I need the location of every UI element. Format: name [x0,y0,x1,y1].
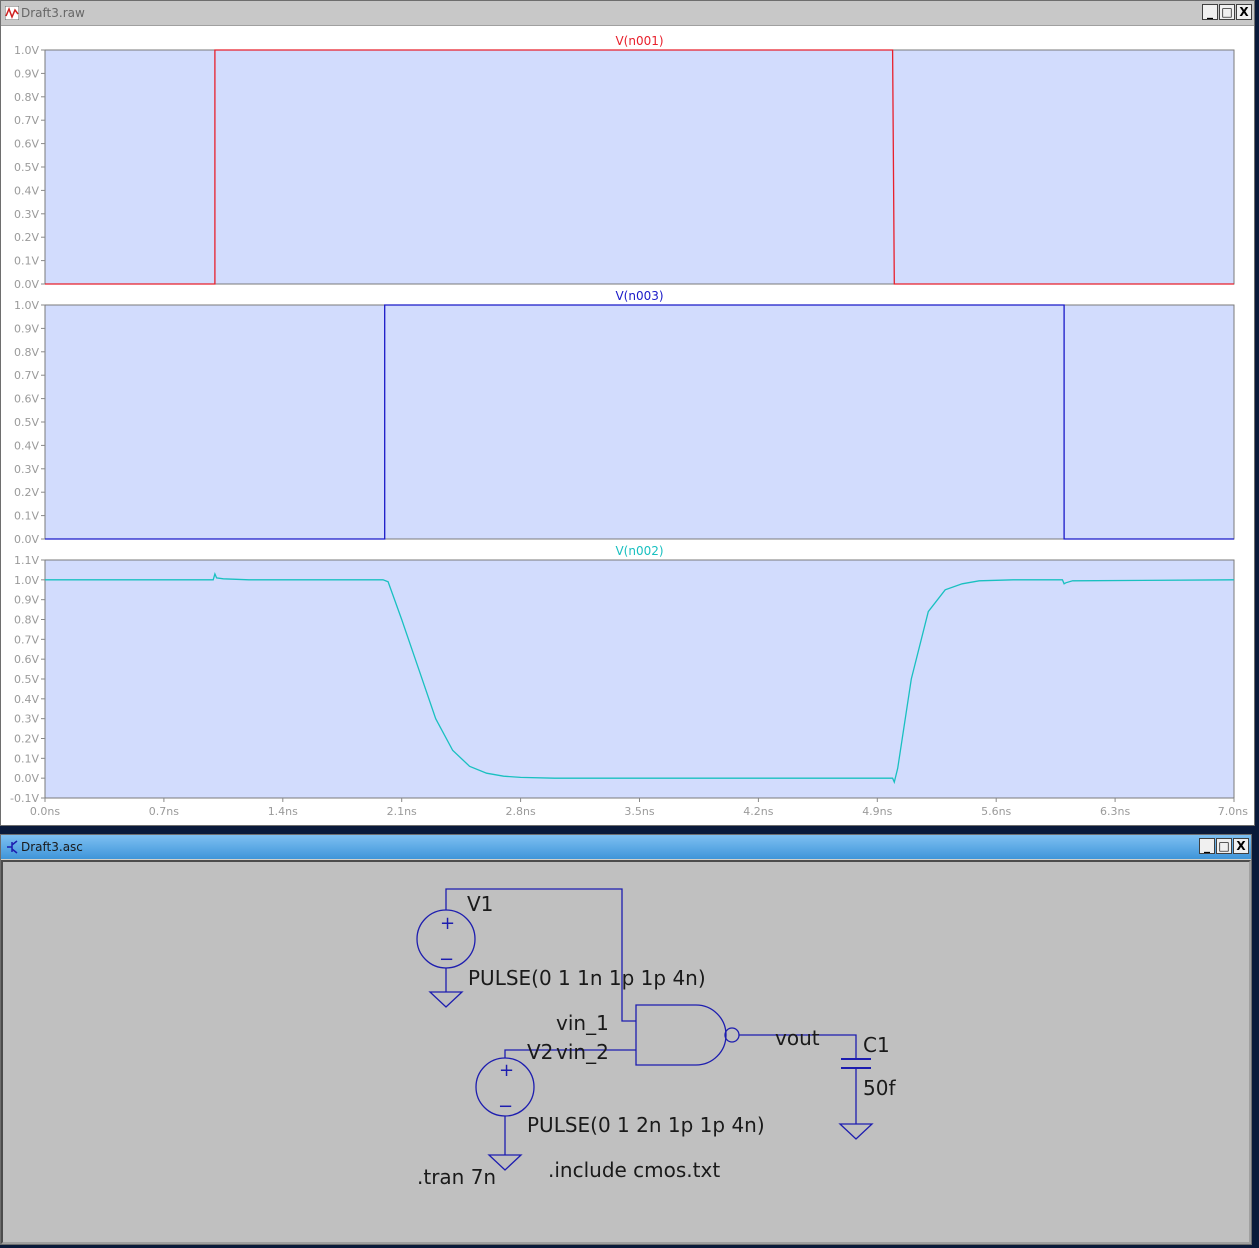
x-tick-label: 1.4ns [268,805,298,818]
nand-gate-bubble [724,1027,740,1043]
x-tick-label: 0.0ns [30,805,60,818]
waveform-pane-2[interactable]: -0.1V 0.0V 0.1V 0.2V 0.3V 0.4V 0.5V 0.6V 0.7V 0.8… [10,544,1248,818]
waveform-plot-area[interactable]: 0.0V 0.1V 0.2V 0.3V 0.4V 0.5V 0.6V 0.7V 0.8V 0.9V… [1,26,1254,825]
y-tick-label: 0.1V [14,255,39,268]
trace-title[interactable]: V(n001) [615,34,663,48]
y-tick-label: 0.8V [14,91,39,104]
waveform-pane-1[interactable]: 0.0V 0.1V 0.2V 0.3V 0.4V 0.5V 0.6V 0.7V 0.8V 0.9V… [14,289,1235,546]
plot-background[interactable] [44,304,1235,540]
y-tick-label: 1.0V [14,44,39,57]
x-tick-label: 3.5ns [624,805,654,818]
v1-name-label: V1 [467,892,493,916]
y-tick-label: 0.0V [14,278,39,291]
y-tick-label: 0.9V [14,67,39,80]
y-tick-label: 0.7V [14,114,39,127]
voltage-source-v1[interactable]: + − [416,909,476,970]
y-tick-label: 0.2V [14,486,39,499]
trace-title[interactable]: V(n003) [615,289,663,303]
waveform-window-title: Draft3.raw [21,6,85,20]
y-tick-label: 0.6V [14,393,39,406]
waveform-window[interactable]: Draft3.raw _ □ X 0.0V 0.1V 0.2V 0.3V 0.4V 0.5… [0,0,1255,826]
waveform-pane-0[interactable]: 0.0V 0.1V 0.2V 0.3V 0.4V 0.5V 0.6V 0.7V 0.8V 0.9V… [14,34,1235,291]
x-tick-label: 2.1ns [387,805,417,818]
y-tick-label: 0.9V [14,322,39,335]
y-tick-label: 0.4V [14,439,39,452]
c1-name-label: C1 [863,1033,890,1057]
schematic-window-titlebar[interactable]: Draft3.asc _ □ X [1,835,1251,859]
maximize-button[interactable]: □ [1219,4,1235,20]
x-tick-label: 7.0ns [1218,805,1248,818]
voltage-source-v2[interactable]: + − [475,1057,535,1117]
v1-minus-sign: − [439,949,454,970]
y-tick-label: 0.7V [14,633,39,646]
v1-plus-sign: + [440,913,455,934]
y-tick-label: 0.6V [14,138,39,151]
c1-value-label: 50f [863,1076,896,1100]
v2-plus-sign: + [499,1060,514,1081]
minimize-button[interactable]: _ [1199,838,1215,854]
y-tick-label: 1.0V [14,299,39,312]
v1-value-label: PULSE(0 1 1n 1p 1p 4n) [468,966,706,990]
net-label-vout: vout [775,1026,820,1050]
y-tick-label: 0.1V [14,752,39,765]
y-tick-label: 0.4V [14,693,39,706]
v2-minus-sign: − [498,1096,513,1117]
nand-gate[interactable] [635,1004,740,1066]
x-tick-label: 6.3ns [1100,805,1130,818]
y-tick-label: -0.1V [10,792,39,805]
schematic-window[interactable]: Draft3.asc _ □ X + − V1 PULSE(0 1 1n 1p … [0,834,1252,1245]
y-tick-label: 0.5V [14,161,39,174]
y-tick-label: 0.0V [14,533,39,546]
schematic-window-controls: _ □ X [1199,838,1249,854]
x-tick-label: 2.8ns [505,805,535,818]
y-tick-label: 0.4V [14,184,39,197]
plot-background[interactable] [44,559,1235,799]
schematic-canvas[interactable]: + − V1 PULSE(0 1 1n 1p 1p 4n) + − V2 PUL… [1,860,1251,1244]
net-label-vin1: vin_1 [556,1011,609,1035]
y-tick-label: 1.0V [14,574,39,587]
plot-background[interactable] [44,49,1235,285]
waveform-plots[interactable]: 0.0V 0.1V 0.2V 0.3V 0.4V 0.5V 0.6V 0.7V 0.8V 0.9V… [1,26,1254,826]
y-tick-label: 0.8V [14,614,39,627]
v2-value-label: PULSE(0 1 2n 1p 1p 4n) [527,1113,765,1137]
y-tick-label: 0.6V [14,653,39,666]
close-button[interactable]: X [1233,838,1249,854]
y-tick-label: 0.8V [14,346,39,359]
spice-directive-include[interactable]: .include cmos.txt [548,1158,720,1182]
y-tick-label: 0.3V [14,208,39,221]
nand-gate-body [635,1004,727,1066]
waveform-window-titlebar[interactable]: Draft3.raw _ □ X [1,1,1254,26]
y-tick-label: 0.3V [14,463,39,476]
y-tick-label: 0.7V [14,369,39,382]
spice-directive-tran[interactable]: .tran 7n [417,1165,496,1189]
waveform-app-icon [5,6,19,20]
x-tick-label: 5.6ns [981,805,1011,818]
y-tick-label: 1.1V [14,554,39,567]
capacitor-c1[interactable] [841,1058,871,1069]
schematic-window-title: Draft3.asc [21,840,83,854]
x-tick-label: 4.2ns [743,805,773,818]
ground-symbol-v1 [428,991,464,1008]
y-tick-label: 0.0V [14,772,39,785]
y-tick-label: 0.9V [14,594,39,607]
y-tick-label: 0.5V [14,416,39,429]
net-label-vin2: vin_2 [556,1040,609,1064]
maximize-button[interactable]: □ [1216,838,1232,854]
trace-title[interactable]: V(n002) [615,544,663,558]
y-tick-label: 0.5V [14,673,39,686]
waveform-window-controls: _ □ X [1202,4,1252,20]
x-tick-label: 0.7ns [149,805,179,818]
y-tick-label: 0.2V [14,231,39,244]
minimize-button[interactable]: _ [1202,4,1218,20]
ground-symbol-c1 [838,1123,874,1140]
y-tick-label: 0.2V [14,733,39,746]
schematic-app-icon [7,840,18,854]
y-tick-label: 0.1V [14,510,39,523]
y-tick-label: 0.3V [14,713,39,726]
x-tick-label: 4.9ns [862,805,892,818]
close-button[interactable]: X [1236,4,1252,20]
schematic-drawing[interactable]: + − V1 PULSE(0 1 1n 1p 1p 4n) + − V2 PUL… [3,862,1249,1244]
v2-name-label: V2 [527,1040,553,1064]
